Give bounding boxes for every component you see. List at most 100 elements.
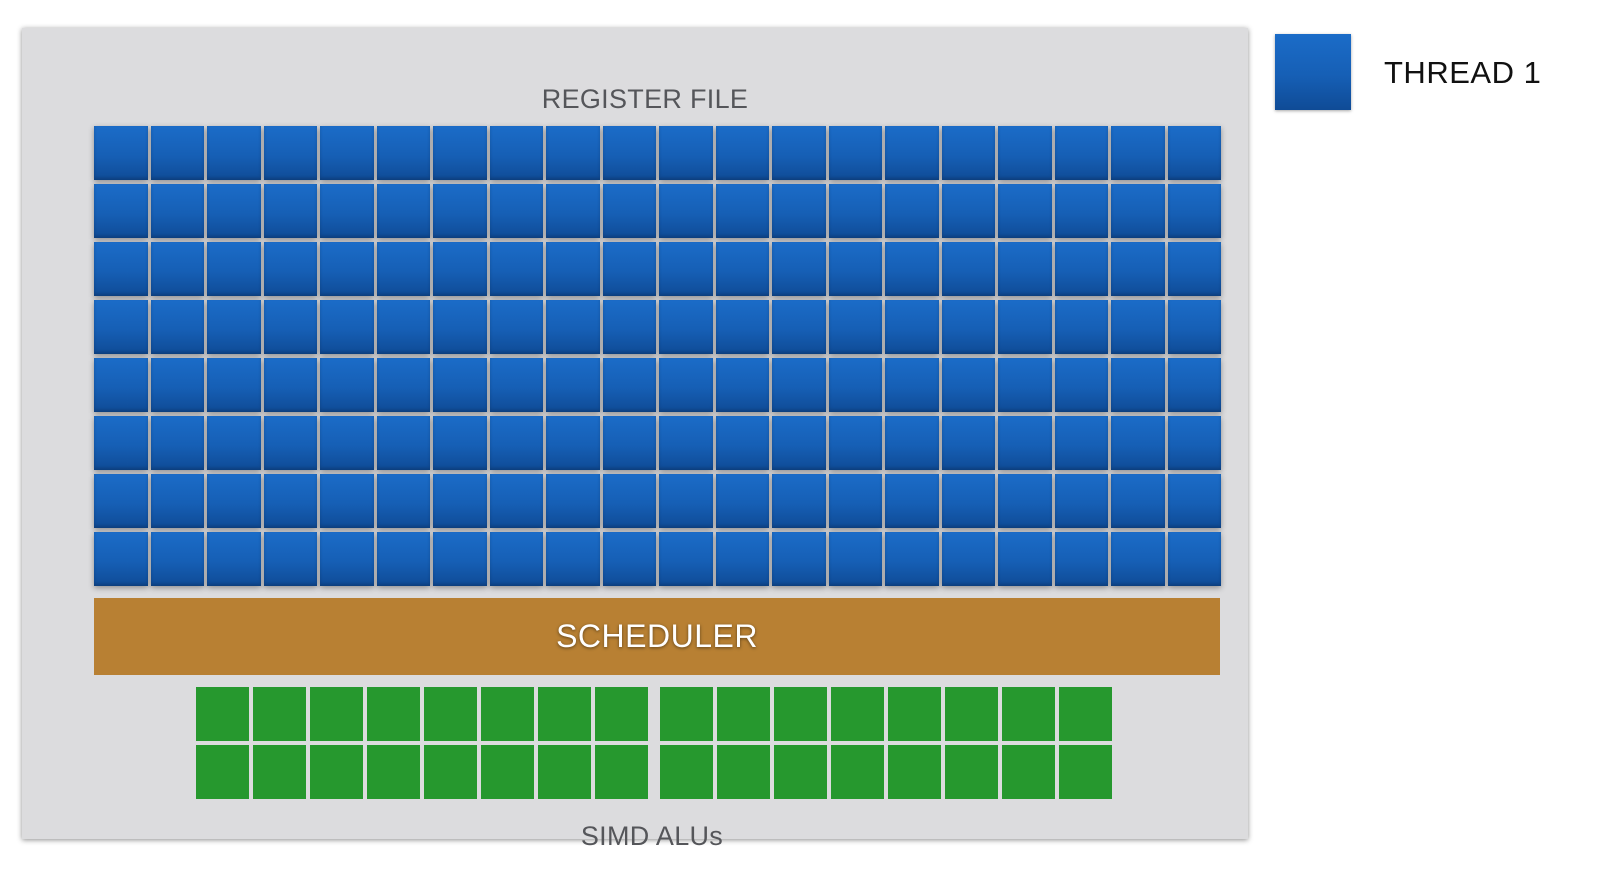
- register-cell-thread-1: [376, 126, 430, 180]
- register-cell-thread-1: [828, 532, 882, 586]
- register-cell-thread-1: [150, 184, 204, 238]
- register-cell-thread-1: [489, 358, 543, 412]
- register-cell-thread-1: [602, 474, 656, 528]
- register-cell-thread-1: [489, 300, 543, 354]
- register-cell-thread-1: [659, 300, 713, 354]
- simd-alu-lane: [888, 687, 941, 741]
- simd-alus-label: SIMD ALUs: [580, 821, 724, 851]
- register-cell-thread-1: [1054, 416, 1108, 470]
- register-cell-thread-1: [602, 126, 656, 180]
- simd-alu-lane: [196, 687, 249, 741]
- register-cell-thread-1: [1167, 532, 1221, 586]
- register-cell-thread-1: [1054, 126, 1108, 180]
- register-cell-thread-1: [772, 184, 826, 238]
- simd-alu-lane: [538, 687, 591, 741]
- register-cell-thread-1: [94, 300, 148, 354]
- register-cell-thread-1: [828, 184, 882, 238]
- simd-alu-lane: [538, 745, 591, 799]
- register-cell-thread-1: [150, 358, 204, 412]
- register-cell-thread-1: [433, 126, 487, 180]
- register-cell-thread-1: [433, 184, 487, 238]
- register-cell-thread-1: [602, 300, 656, 354]
- register-cell-thread-1: [1167, 242, 1221, 296]
- register-cell-thread-1: [602, 532, 656, 586]
- register-cell-thread-1: [376, 184, 430, 238]
- register-cell-thread-1: [546, 474, 600, 528]
- register-cell-thread-1: [1111, 242, 1165, 296]
- register-cell-thread-1: [1111, 300, 1165, 354]
- register-cell-thread-1: [885, 416, 939, 470]
- register-cell-thread-1: [150, 300, 204, 354]
- register-cell-thread-1: [941, 474, 995, 528]
- register-cell-thread-1: [433, 300, 487, 354]
- register-cell-thread-1: [546, 242, 600, 296]
- register-cell-thread-1: [207, 532, 261, 586]
- register-cell-thread-1: [207, 474, 261, 528]
- simd-alu-lane: [1002, 745, 1055, 799]
- register-cell-thread-1: [489, 184, 543, 238]
- simd-alu-block-2: [660, 687, 1112, 799]
- simd-alu-lane: [367, 745, 420, 799]
- register-cell-thread-1: [1111, 416, 1165, 470]
- register-cell-thread-1: [1167, 358, 1221, 412]
- register-cell-thread-1: [433, 474, 487, 528]
- register-cell-thread-1: [998, 242, 1052, 296]
- register-cell-thread-1: [885, 126, 939, 180]
- register-cell-thread-1: [376, 300, 430, 354]
- legend-thread-1-label: THREAD 1: [1384, 55, 1542, 90]
- register-cell-thread-1: [546, 184, 600, 238]
- register-cell-thread-1: [207, 358, 261, 412]
- register-cell-thread-1: [1054, 184, 1108, 238]
- register-cell-thread-1: [772, 358, 826, 412]
- compute-unit-panel: REGISTER FILE SCHEDULER SIMD ALUs: [22, 28, 1248, 851]
- register-cell-thread-1: [1167, 416, 1221, 470]
- register-cell-thread-1: [376, 358, 430, 412]
- register-cell-thread-1: [941, 242, 995, 296]
- register-cell-thread-1: [320, 532, 374, 586]
- register-cell-thread-1: [772, 242, 826, 296]
- register-cell-thread-1: [376, 242, 430, 296]
- register-cell-thread-1: [885, 358, 939, 412]
- register-cell-thread-1: [1054, 242, 1108, 296]
- register-cell-thread-1: [150, 242, 204, 296]
- register-cell-thread-1: [207, 184, 261, 238]
- register-cell-thread-1: [602, 242, 656, 296]
- register-cell-thread-1: [772, 416, 826, 470]
- register-cell-thread-1: [320, 474, 374, 528]
- register-cell-thread-1: [941, 358, 995, 412]
- register-cell-thread-1: [263, 532, 317, 586]
- simd-alu-lane: [774, 687, 827, 741]
- register-cell-thread-1: [546, 416, 600, 470]
- register-cell-thread-1: [602, 184, 656, 238]
- register-cell-thread-1: [885, 184, 939, 238]
- register-cell-thread-1: [489, 416, 543, 470]
- register-cell-thread-1: [715, 242, 769, 296]
- register-file-label: REGISTER FILE: [541, 84, 749, 114]
- register-cell-thread-1: [1111, 474, 1165, 528]
- register-cell-thread-1: [1167, 126, 1221, 180]
- register-cell-thread-1: [659, 184, 713, 238]
- register-cell-thread-1: [715, 126, 769, 180]
- simd-alu-lane: [717, 745, 770, 799]
- register-cell-thread-1: [715, 300, 769, 354]
- register-cell-thread-1: [772, 300, 826, 354]
- register-cell-thread-1: [433, 242, 487, 296]
- register-cell-thread-1: [1167, 184, 1221, 238]
- register-cell-thread-1: [885, 474, 939, 528]
- register-cell-thread-1: [659, 126, 713, 180]
- register-cell-thread-1: [1111, 184, 1165, 238]
- register-cell-thread-1: [263, 416, 317, 470]
- simd-alu-lane: [310, 745, 363, 799]
- register-cell-thread-1: [546, 358, 600, 412]
- register-cell-thread-1: [94, 126, 148, 180]
- legend-thread-1-swatch: [1275, 34, 1351, 110]
- register-cell-thread-1: [659, 474, 713, 528]
- simd-alu-lane: [310, 687, 363, 741]
- simd-alu-lane: [481, 745, 534, 799]
- register-cell-thread-1: [1167, 474, 1221, 528]
- simd-alu-lane: [660, 745, 713, 799]
- register-cell-thread-1: [941, 300, 995, 354]
- register-cell-thread-1: [602, 416, 656, 470]
- register-cell-thread-1: [489, 532, 543, 586]
- register-cell-thread-1: [263, 184, 317, 238]
